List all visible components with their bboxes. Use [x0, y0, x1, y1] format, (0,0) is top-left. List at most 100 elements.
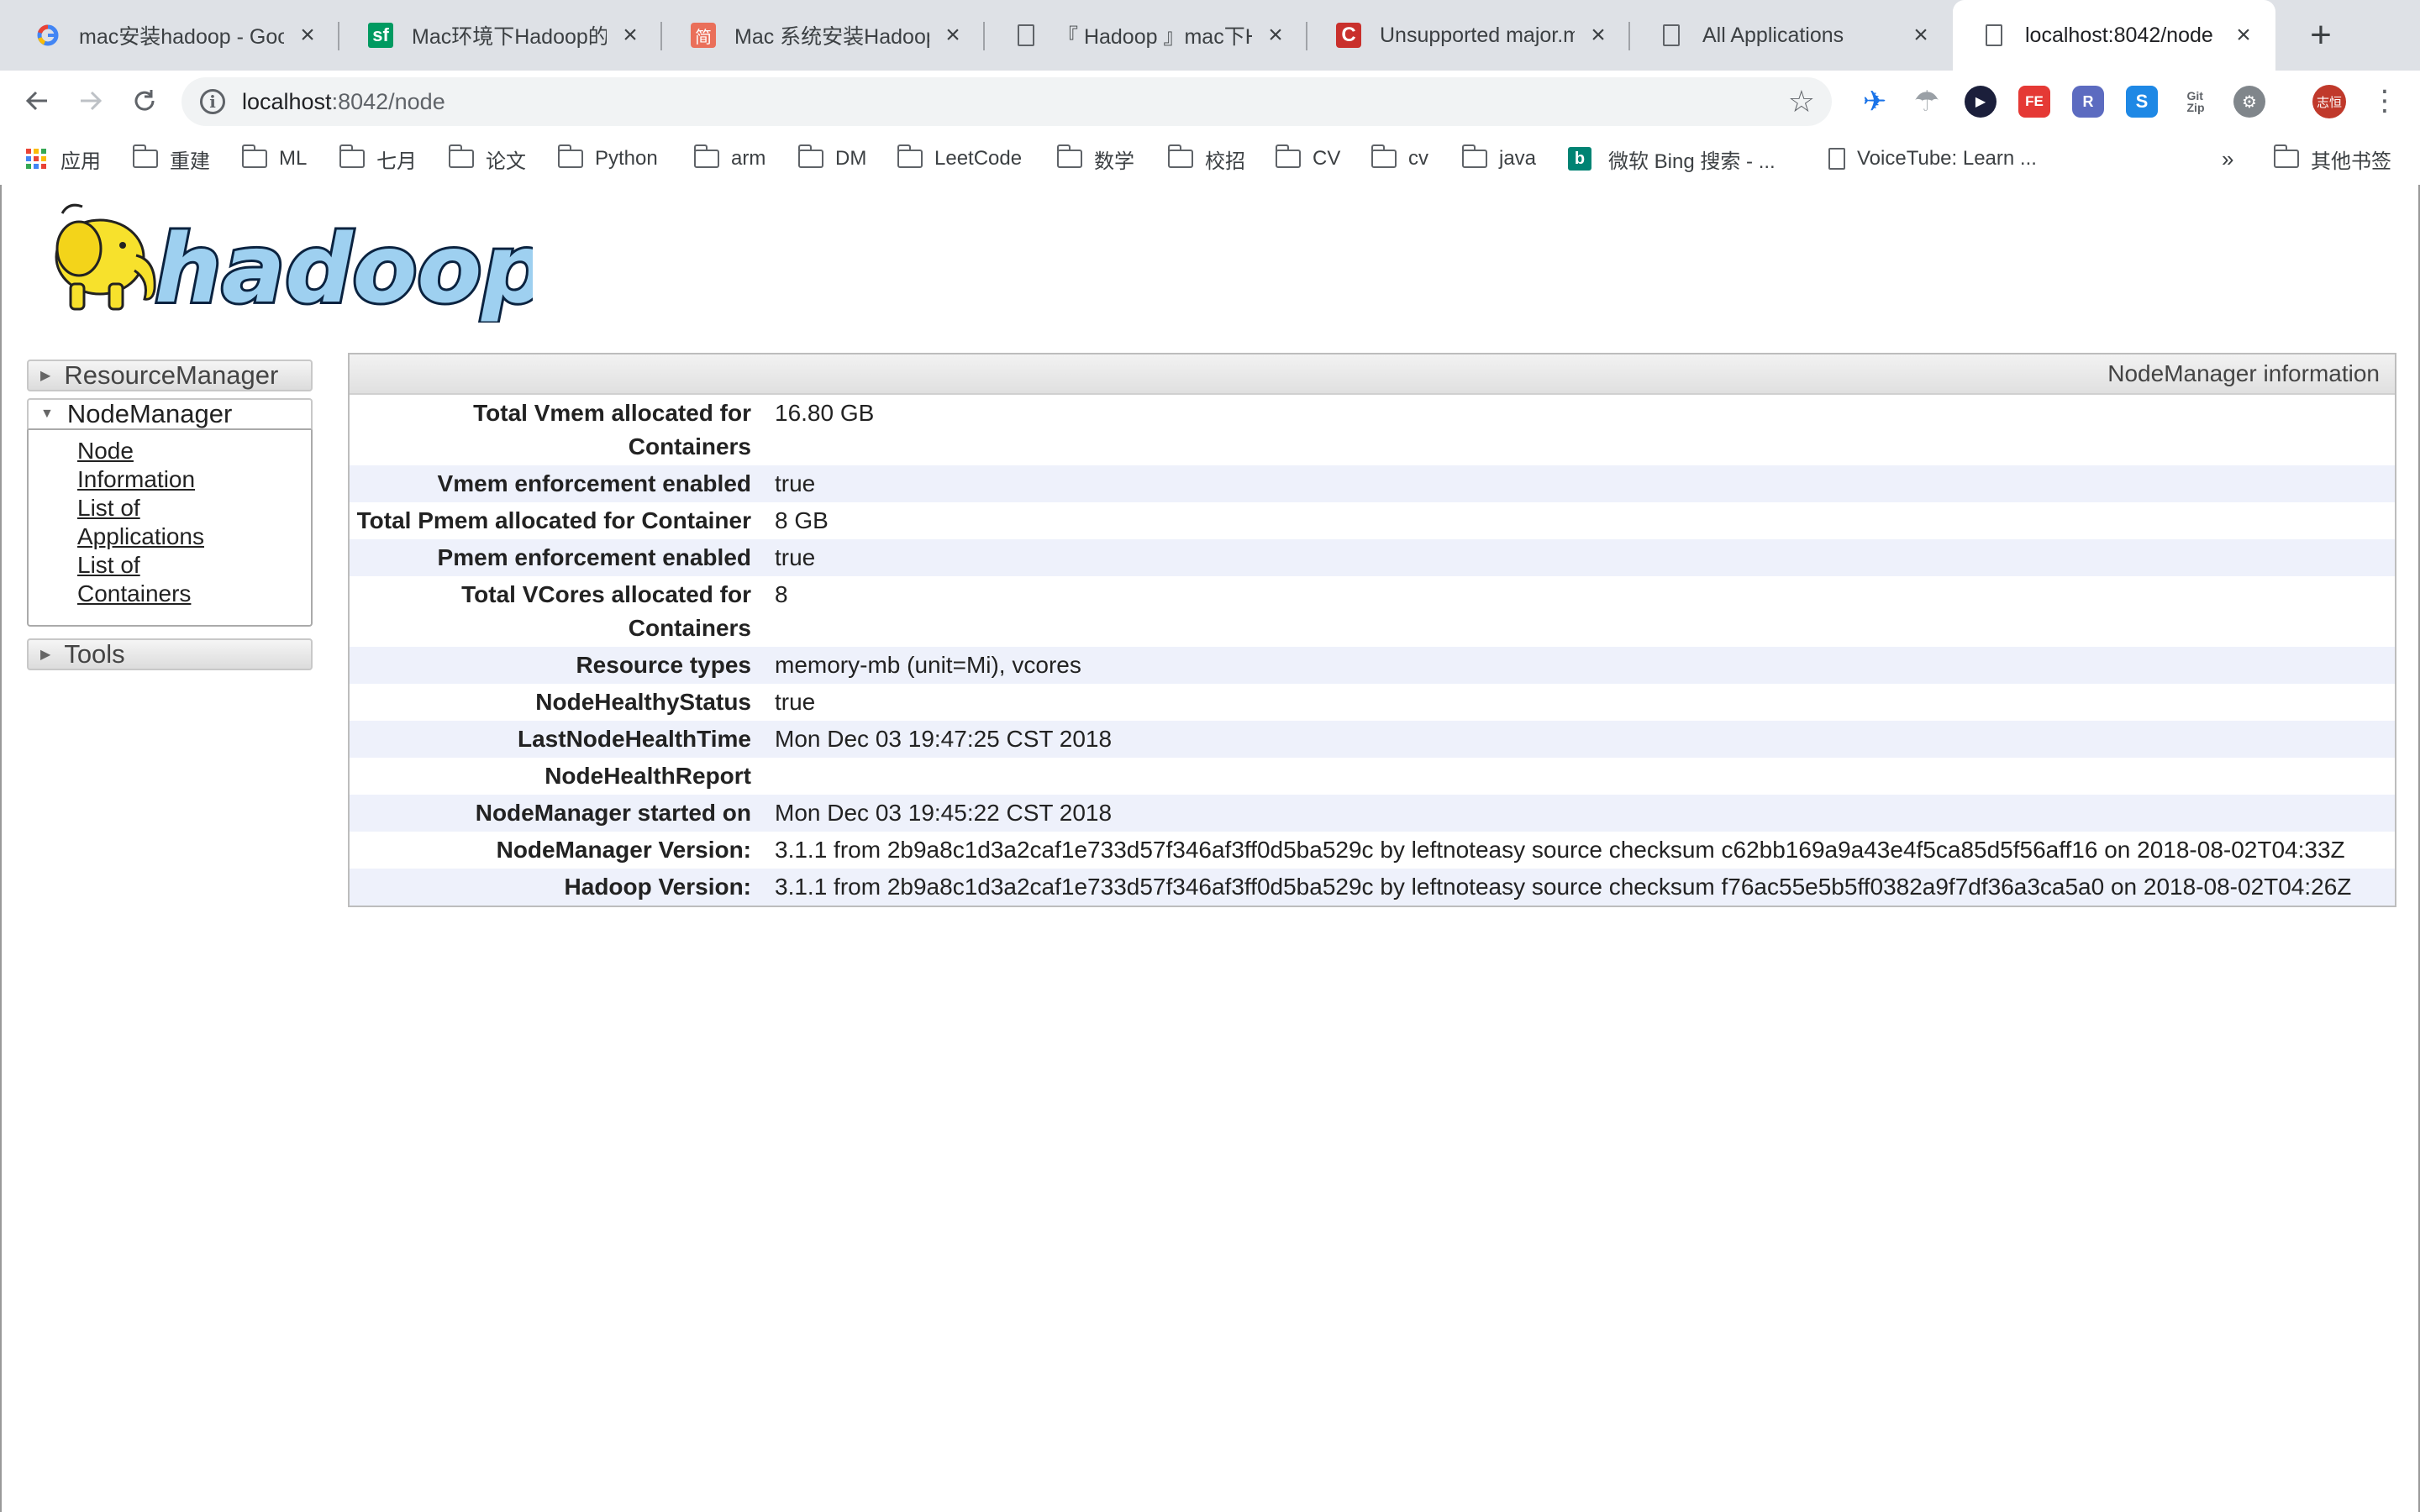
close-tab-icon[interactable]: × — [1264, 21, 1287, 50]
bookmarks-overflow-button[interactable]: » — [2222, 133, 2233, 185]
bookmark-apps[interactable]: 应用 — [25, 133, 101, 185]
parachute-extension-icon[interactable]: ☂ — [1911, 86, 1943, 118]
row-value: Mon Dec 03 19:47:25 CST 2018 — [775, 726, 1113, 752]
row-value: 16.80 GB — [775, 400, 875, 426]
close-tab-icon[interactable]: × — [296, 21, 319, 50]
bookmark-folder[interactable]: 数学 — [1057, 133, 1134, 185]
nav-header[interactable]: ▶ Tools — [27, 638, 313, 670]
folder-icon — [558, 144, 583, 168]
bookmark-folder[interactable]: 论文 — [449, 133, 526, 185]
csdn-icon: C — [1336, 23, 1361, 48]
bookmark-folder[interactable]: LeetCode — [897, 133, 1022, 185]
fe-extension-icon[interactable]: FE — [2018, 86, 2050, 118]
new-tab-button[interactable]: + — [2296, 10, 2346, 60]
row-key: Resource types — [576, 652, 751, 678]
jianshu-icon: 简 — [691, 23, 716, 48]
link-list-of-applications[interactable]: List of Applications — [77, 494, 245, 551]
s-extension-icon[interactable]: S — [2126, 86, 2158, 118]
folder-icon — [897, 144, 923, 168]
link-node-information[interactable]: Node Information — [77, 437, 245, 494]
folder-icon — [242, 144, 267, 168]
url-path: :8042/node — [331, 88, 445, 114]
tab-jianshu[interactable]: 简 Mac 系统安装Hadoop 2 × — [662, 0, 985, 71]
row-key: NodeHealthReport — [544, 763, 751, 789]
table-row: Hadoop Version: 3.1.1 from 2b9a8c1d3a2caf… — [350, 869, 2395, 906]
bookmark-star-icon[interactable]: ☆ — [1788, 84, 1815, 119]
tab-csdn[interactable]: C Unsupported major.mi × — [1307, 0, 1630, 71]
bookmark-bing[interactable]: b 微软 Bing 搜索 - ... — [1568, 133, 1776, 185]
bookmark-label: LeetCode — [934, 147, 1023, 170]
tab-strip: mac安装hadoop - Goo × sf Mac环境下Hadoop的安 × … — [0, 0, 2420, 71]
address-bar[interactable]: i localhost:8042/node ☆ — [182, 77, 1832, 126]
table-row: Total Vmem allocated for Containers 16.80… — [350, 395, 2395, 465]
arrow-right-icon — [81, 91, 103, 111]
menu-kebab-icon[interactable]: ⋮ — [2361, 77, 2408, 124]
row-key: Vmem enforcement enabled — [437, 470, 751, 496]
apps-grid-icon — [26, 149, 46, 169]
bookmark-label: cv — [1408, 147, 1428, 170]
tab-title: localhost:8042/node — [2025, 23, 2213, 47]
reload-button[interactable] — [121, 77, 168, 124]
nav-tools[interactable]: ▶ Tools — [27, 638, 313, 670]
bookmarks-bar: 应用 重建 ML 七月 论文 Python arm DM LeetCode 数学… — [0, 133, 2420, 186]
bookmark-label: 应用 — [60, 150, 101, 173]
nav-header[interactable]: ▶ ResourceManager — [27, 360, 313, 391]
info-table: Total Vmem allocated for Containers 16.80… — [350, 395, 2395, 906]
nav-resource-manager[interactable]: ▶ ResourceManager — [27, 360, 313, 391]
close-tab-icon[interactable]: × — [1586, 21, 1610, 50]
bookmark-folder[interactable]: DM — [798, 133, 866, 185]
bookmark-folder[interactable]: arm — [694, 133, 765, 185]
tab-title: Mac环境下Hadoop的安 — [412, 25, 607, 49]
gear-extension-icon[interactable]: ⚙ — [2233, 86, 2265, 118]
bookmark-folder[interactable]: cv — [1371, 133, 1428, 185]
bookmark-folder[interactable]: 校招 — [1168, 133, 1245, 185]
bookmark-folder[interactable]: Python — [558, 133, 658, 185]
table-row: NodeManager started on Mon Dec 03 19:45:2… — [350, 795, 2395, 832]
table-row: NodeManager Version: 3.1.1 from 2b9a8c1d3… — [350, 832, 2395, 869]
bookmark-label: 校招 — [1205, 150, 1245, 173]
nav-node-manager-links: Node Information List of Applications Li… — [27, 430, 313, 627]
bookmark-folder[interactable]: 七月 — [339, 133, 417, 185]
gitzip-extension-icon[interactable]: Git Zip — [2180, 86, 2212, 118]
tab-segmentfault[interactable]: sf Mac环境下Hadoop的安 × — [339, 0, 662, 71]
table-row: LastNodeHealthTime Mon Dec 03 19:47:25 CS… — [350, 721, 2395, 758]
tab-localhost-node[interactable]: localhost:8042/node × — [1953, 0, 2275, 71]
back-button[interactable] — [13, 77, 60, 124]
tab-title: 『 Hadoop 』mac下Ha — [1057, 25, 1252, 49]
close-tab-icon[interactable]: × — [618, 21, 642, 50]
table-row: NodeHealthyStatus true — [350, 684, 2395, 721]
forward-button[interactable] — [67, 77, 114, 124]
bookmark-other-folder[interactable]: 其他书签 — [2274, 133, 2391, 185]
close-tab-icon[interactable]: × — [1909, 21, 1933, 50]
logo-wordmark: hadoop — [155, 215, 533, 323]
arrow-left-icon — [25, 91, 47, 111]
r-extension-icon[interactable]: R — [2072, 86, 2104, 118]
folder-icon — [2274, 144, 2299, 168]
folder-icon — [1057, 144, 1082, 168]
folder-icon — [1276, 144, 1301, 168]
play-extension-icon[interactable]: ▶ — [1965, 86, 1996, 118]
row-value: memory-mb (unit=Mi), vcores — [775, 652, 1081, 678]
bookmark-folder[interactable]: java — [1462, 133, 1536, 185]
tab-all-applications[interactable]: All Applications × — [1630, 0, 1953, 71]
bookmark-folder[interactable]: ML — [242, 133, 307, 185]
close-tab-icon[interactable]: × — [2232, 21, 2255, 50]
profile-avatar[interactable]: 志恒 — [2312, 85, 2346, 118]
bird-extension-icon[interactable]: ✈ — [1859, 86, 1891, 118]
page-icon — [1981, 23, 2007, 48]
tab-google[interactable]: mac安装hadoop - Goo × — [7, 0, 339, 71]
bookmark-folder[interactable]: 重建 — [133, 133, 210, 185]
tab-hadoop-mac[interactable]: 『 Hadoop 』mac下Ha × — [985, 0, 1307, 71]
nav-header-label: NodeManager — [66, 399, 233, 428]
link-list-of-containers[interactable]: List of Containers — [77, 551, 245, 608]
row-value: true — [775, 689, 816, 715]
folder-icon — [1462, 144, 1487, 168]
bookmark-folder[interactable]: CV — [1276, 133, 1340, 185]
close-tab-icon[interactable]: × — [941, 21, 965, 50]
info-icon[interactable]: i — [200, 89, 225, 114]
bookmark-voicetube[interactable]: VoiceTube: Learn ... — [1828, 133, 2037, 185]
tab-title: Mac 系统安装Hadoop 2 — [734, 25, 929, 49]
nav-header[interactable]: ▼ NodeManager — [27, 398, 313, 430]
table-row: Total VCores allocated for Containers 8 — [350, 576, 2395, 647]
folder-icon — [694, 144, 719, 168]
